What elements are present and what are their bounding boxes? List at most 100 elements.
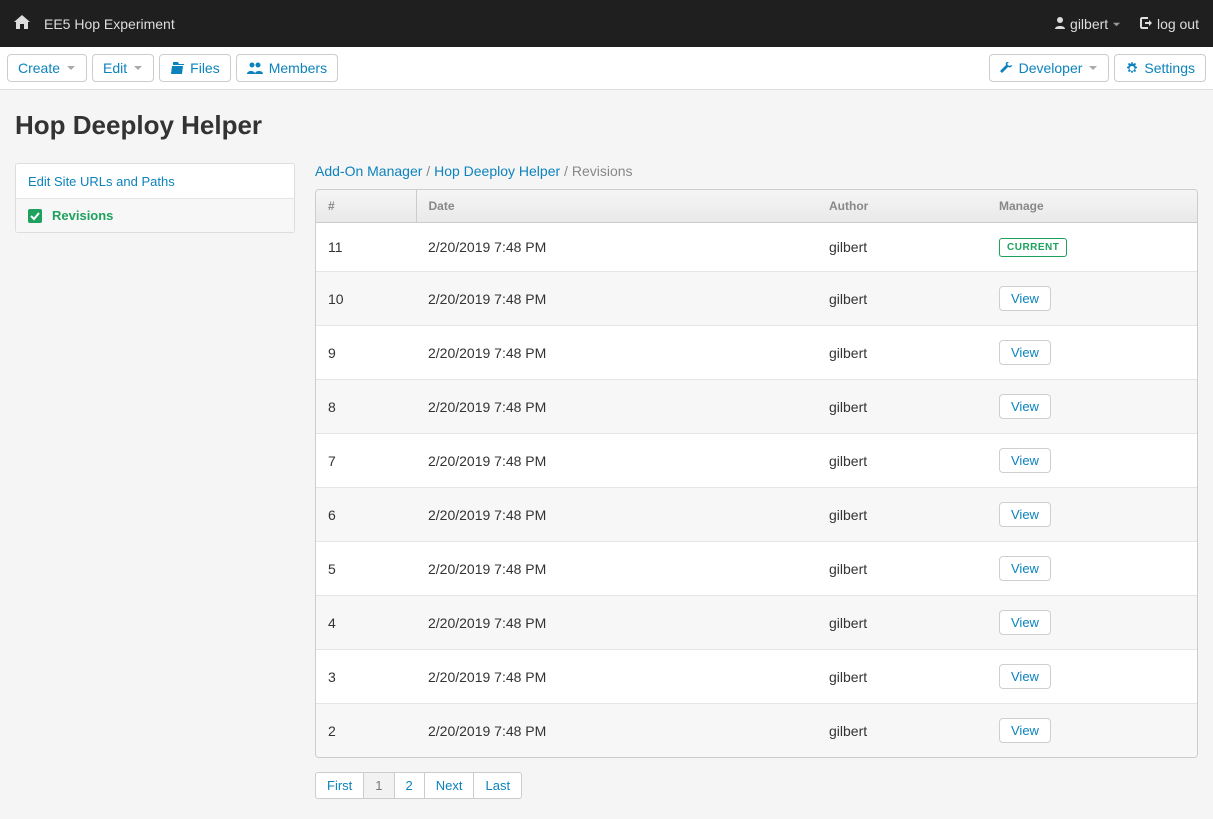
- table-row: 42/20/2019 7:48 PMgilbert View: [316, 596, 1197, 650]
- user-menu[interactable]: gilbert: [1054, 16, 1121, 32]
- files-icon: [170, 62, 184, 74]
- view-button[interactable]: View: [999, 664, 1051, 689]
- cell-author: gilbert: [817, 223, 987, 272]
- cell-author: gilbert: [817, 272, 987, 326]
- view-button[interactable]: View: [999, 340, 1051, 365]
- developer-menu[interactable]: Developer: [989, 54, 1110, 82]
- col-number[interactable]: #: [316, 190, 416, 223]
- cell-author: gilbert: [817, 596, 987, 650]
- cell-number: 10: [316, 272, 416, 326]
- cell-date: 2/20/2019 7:48 PM: [416, 272, 817, 326]
- cell-number: 8: [316, 380, 416, 434]
- logout-link[interactable]: log out: [1139, 16, 1199, 32]
- logout-label: log out: [1157, 16, 1199, 32]
- cell-author: gilbert: [817, 326, 987, 380]
- cell-date: 2/20/2019 7:48 PM: [416, 223, 817, 272]
- cell-author: gilbert: [817, 650, 987, 704]
- table-row: 22/20/2019 7:48 PMgilbert View: [316, 704, 1197, 758]
- breadcrumb-addon-manager[interactable]: Add-On Manager: [315, 163, 422, 179]
- cell-author: gilbert: [817, 488, 987, 542]
- cell-manage: CURRENT: [987, 223, 1197, 272]
- files-label: Files: [190, 60, 220, 76]
- create-menu[interactable]: Create: [7, 54, 87, 82]
- view-button[interactable]: View: [999, 394, 1051, 419]
- table-row: 82/20/2019 7:48 PMgilbertView: [316, 380, 1197, 434]
- cell-number: 5: [316, 542, 416, 596]
- settings-button[interactable]: Settings: [1114, 54, 1206, 82]
- breadcrumb-hop-helper[interactable]: Hop Deeploy Helper: [434, 163, 560, 179]
- cell-manage: View: [987, 434, 1197, 488]
- wrench-icon: [1000, 62, 1013, 75]
- table-row: 62/20/2019 7:48 PMgilbert View: [316, 488, 1197, 542]
- current-badge: CURRENT: [999, 238, 1067, 257]
- cell-number: 11: [316, 223, 416, 272]
- cell-number: 6: [316, 488, 416, 542]
- members-icon: [247, 62, 263, 74]
- breadcrumb-sep: /: [422, 163, 434, 179]
- edit-label: Edit: [103, 60, 127, 76]
- cell-author: gilbert: [817, 434, 987, 488]
- cell-manage: View: [987, 542, 1197, 596]
- cell-manage: View: [987, 326, 1197, 380]
- view-button[interactable]: View: [999, 286, 1051, 311]
- toolbar: Create Edit Files Members Developer Sett…: [0, 47, 1213, 90]
- cell-number: 9: [316, 326, 416, 380]
- table-row: 52/20/2019 7:48 PMgilbert View: [316, 542, 1197, 596]
- create-label: Create: [18, 60, 60, 76]
- edit-site-urls-link[interactable]: Edit Site URLs and Paths: [28, 174, 175, 189]
- edit-menu[interactable]: Edit: [92, 54, 154, 82]
- table-row: 32/20/2019 7:48 PMgilbertView: [316, 650, 1197, 704]
- developer-label: Developer: [1019, 60, 1083, 76]
- cell-date: 2/20/2019 7:48 PM: [416, 434, 817, 488]
- col-date[interactable]: Date: [416, 190, 817, 223]
- sidebar-header: Edit Site URLs and Paths: [16, 164, 294, 199]
- breadcrumb-sep: /: [560, 163, 572, 179]
- sidebar-revisions-label: Revisions: [52, 208, 113, 223]
- view-button[interactable]: View: [999, 718, 1051, 743]
- cell-date: 2/20/2019 7:48 PM: [416, 488, 817, 542]
- cell-number: 4: [316, 596, 416, 650]
- cell-date: 2/20/2019 7:48 PM: [416, 380, 817, 434]
- files-button[interactable]: Files: [159, 54, 231, 82]
- cell-date: 2/20/2019 7:48 PM: [416, 704, 817, 758]
- cell-manage: View: [987, 488, 1197, 542]
- table-header-row: # Date Author Manage: [316, 190, 1197, 223]
- chevron-down-icon: [66, 63, 76, 73]
- revisions-table: # Date Author Manage 112/20/2019 7:48 PM…: [315, 189, 1198, 758]
- table-row: 112/20/2019 7:48 PMgilbert CURRENT: [316, 223, 1197, 272]
- members-label: Members: [269, 60, 327, 76]
- table-row: 72/20/2019 7:48 PMgilbert View: [316, 434, 1197, 488]
- sidebar-item-revisions[interactable]: Revisions: [16, 199, 294, 232]
- breadcrumb: Add-On Manager / Hop Deeploy Helper / Re…: [315, 163, 1198, 179]
- cell-manage: View: [987, 704, 1197, 758]
- user-name: gilbert: [1070, 16, 1108, 32]
- site-name-link[interactable]: EE5 Hop Experiment: [44, 16, 175, 32]
- view-button[interactable]: View: [999, 448, 1051, 473]
- chevron-down-icon: [1112, 20, 1121, 29]
- chevron-down-icon: [1088, 63, 1098, 73]
- cell-date: 2/20/2019 7:48 PM: [416, 596, 817, 650]
- chevron-down-icon: [133, 63, 143, 73]
- gear-icon: [1125, 62, 1138, 75]
- cell-number: 2: [316, 704, 416, 758]
- page-title: Hop Deeploy Helper: [15, 110, 1198, 141]
- check-square-icon: [28, 209, 42, 223]
- view-button[interactable]: View: [999, 556, 1051, 581]
- members-button[interactable]: Members: [236, 54, 338, 82]
- cell-manage: View: [987, 380, 1197, 434]
- view-button[interactable]: View: [999, 502, 1051, 527]
- cell-number: 7: [316, 434, 416, 488]
- view-button[interactable]: View: [999, 610, 1051, 635]
- breadcrumb-current: Revisions: [572, 163, 633, 179]
- table-row: 102/20/2019 7:48 PMgilbert View: [316, 272, 1197, 326]
- home-icon[interactable]: [14, 15, 30, 32]
- col-manage[interactable]: Manage: [987, 190, 1197, 223]
- cell-author: gilbert: [817, 704, 987, 758]
- cell-date: 2/20/2019 7:48 PM: [416, 650, 817, 704]
- cell-author: gilbert: [817, 542, 987, 596]
- cell-manage: View: [987, 596, 1197, 650]
- col-author[interactable]: Author: [817, 190, 987, 223]
- sidebar-panel: Edit Site URLs and Paths Revisions: [15, 163, 295, 233]
- cell-date: 2/20/2019 7:48 PM: [416, 326, 817, 380]
- cell-date: 2/20/2019 7:48 PM: [416, 542, 817, 596]
